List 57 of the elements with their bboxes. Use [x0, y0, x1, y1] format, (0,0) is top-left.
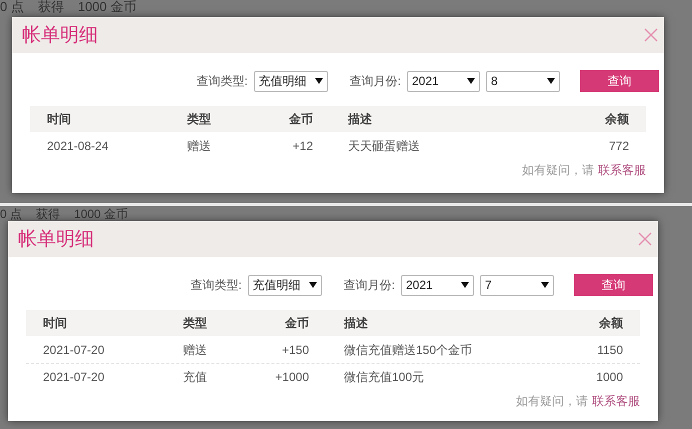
contact-link[interactable]: 联系客服 — [592, 392, 640, 410]
column-header: 余额 — [604, 111, 629, 128]
table-cell-text: 1000 — [595, 369, 623, 386]
query-button[interactable]: 查询 — [580, 70, 659, 92]
column-header: 类型 — [187, 111, 212, 128]
table-cell-text: 772 — [608, 138, 629, 154]
column-header: 余额 — [598, 315, 623, 332]
table-cell-text: +12 — [292, 138, 313, 154]
background-text: 获得 — [38, 0, 64, 13]
column-header: 类型 — [183, 315, 208, 332]
close-icon[interactable] — [638, 232, 652, 246]
column-header: 描述 — [346, 111, 373, 128]
filter-label: 查询类型: — [190, 277, 242, 294]
table-cell-text: 赠送 — [187, 138, 212, 154]
background-text: 1000 金币 — [74, 208, 128, 220]
query-button[interactable]: 查询 — [574, 274, 653, 296]
contact-link[interactable]: 联系客服 — [598, 161, 646, 179]
caret-icon — [467, 78, 475, 84]
dropdown[interactable]: 2021 — [401, 274, 474, 296]
column-header: 描述 — [342, 315, 369, 332]
background-text: 1000 金币 — [78, 0, 136, 13]
filter-label: 查询类型: — [196, 73, 248, 90]
table-cell-text: 2021-08-24 — [47, 138, 110, 154]
table-cell-text: 赠送 — [183, 342, 208, 358]
filter-label: 查询月份: — [344, 277, 395, 294]
background-text: 0 点 — [0, 208, 22, 220]
table-cell-text: 天天砸蛋赠送 — [347, 138, 421, 154]
help-text: 如有疑问，请 — [522, 162, 594, 179]
table-cell-text: +1000 — [274, 369, 309, 386]
caret-icon — [308, 282, 317, 288]
column-header: 金币 — [288, 111, 313, 128]
background-text: 获得 — [36, 208, 60, 220]
close-icon[interactable] — [644, 28, 658, 42]
dropdown[interactable]: 2021 — [407, 70, 480, 92]
table-cell-text: 微信充值100元 — [343, 369, 426, 386]
column-header: 时间 — [47, 111, 72, 128]
caret-icon — [547, 78, 555, 84]
caret-icon — [461, 282, 469, 288]
table-cell-text: 2021-07-20 — [43, 369, 106, 386]
table-cell-text: +150 — [280, 342, 309, 358]
table-cell-text: 充值 — [183, 369, 208, 386]
help-text: 如有疑问，请 — [516, 393, 588, 410]
caret-icon — [314, 78, 323, 84]
table-cell-text: 微信充值赠送150个金币 — [343, 342, 474, 358]
dropdown[interactable]: 8 — [486, 70, 560, 92]
table-cell-text: 1150 — [596, 342, 623, 358]
dropdown[interactable]: 7 — [480, 274, 554, 296]
dialog-title: 帐单明细 — [22, 26, 98, 44]
dropdown[interactable]: 充值明细 — [248, 274, 322, 296]
column-header: 金币 — [284, 315, 309, 332]
dialog-title: 帐单明细 — [18, 230, 94, 248]
caret-icon — [541, 282, 549, 288]
filter-label: 查询月份: — [350, 73, 401, 90]
background-text: 0 点 — [0, 0, 24, 13]
table-cell-text: 2021-07-20 — [43, 342, 106, 358]
dropdown[interactable]: 充值明细 — [254, 70, 328, 92]
column-header: 时间 — [43, 315, 68, 332]
